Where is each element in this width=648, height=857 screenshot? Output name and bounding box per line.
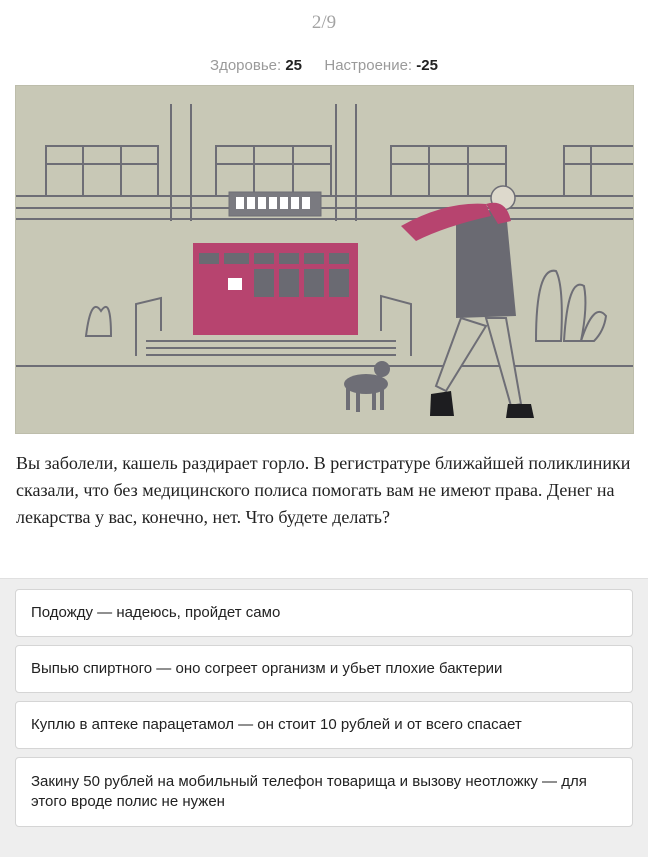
mood-value: -25	[416, 57, 438, 74]
answers-panel: Подожду — надеюсь, пройдет само Выпью сп…	[0, 578, 648, 857]
answer-option-2[interactable]: Выпью спиртного — оно согреет организм и…	[15, 645, 633, 693]
question-text: Вы заболели, кашель раздирает горло. В р…	[16, 453, 631, 527]
clinic-scene-illustration	[16, 104, 633, 418]
mood-label: Настроение:	[324, 57, 413, 74]
stats-bar: Здоровье: 25 Настроение: -25	[0, 57, 648, 74]
health-label: Здоровье:	[210, 57, 282, 74]
clinic-illustration	[15, 85, 634, 434]
answer-option-4[interactable]: Закину 50 рублей на мобильный телефон то…	[15, 757, 633, 827]
question-counter: 2/9	[311, 12, 337, 33]
answer-option-3[interactable]: Куплю в аптеке парацетамол — он стоит 10…	[15, 701, 633, 749]
answer-option-1[interactable]: Подожду — надеюсь, пройдет само	[15, 589, 633, 637]
health-value: 25	[285, 57, 303, 74]
